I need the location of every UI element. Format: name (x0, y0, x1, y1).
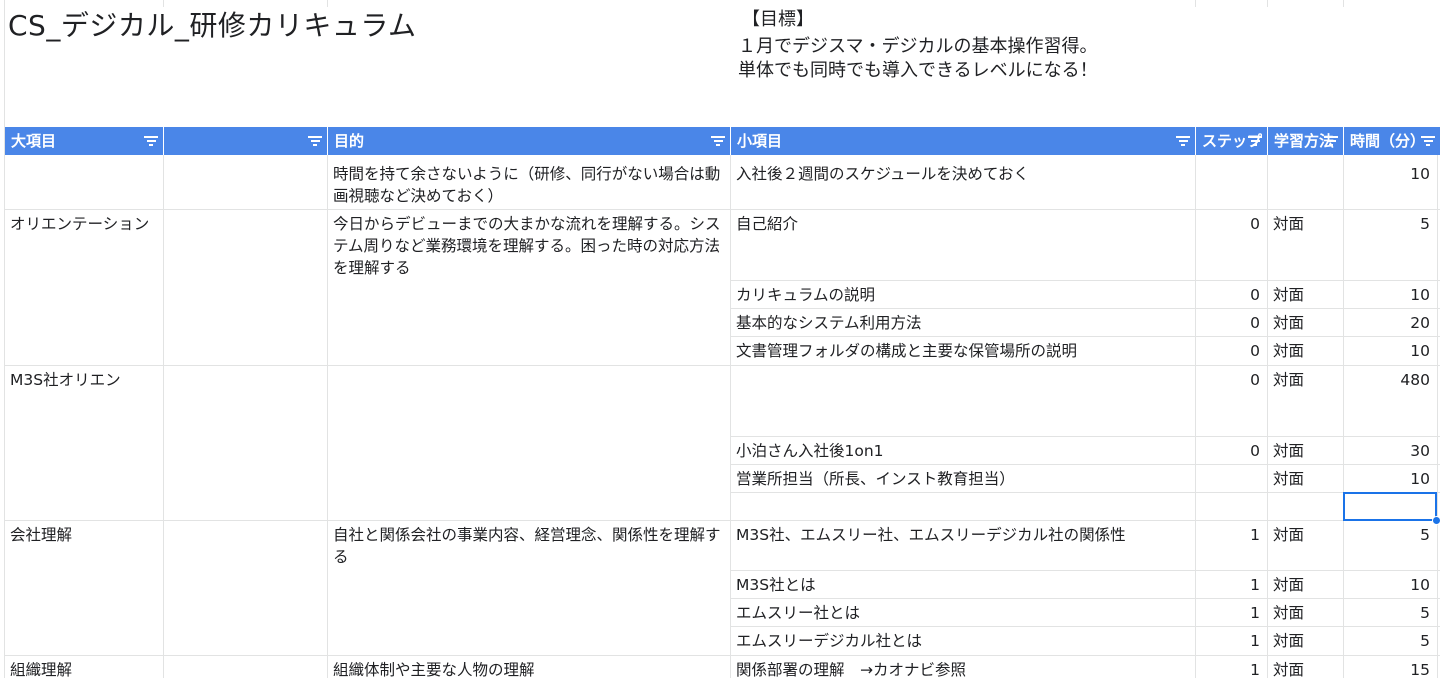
time-cell[interactable]: 10 (1344, 160, 1437, 209)
filter-icon[interactable] (144, 136, 158, 146)
header-item-label: 小項目 (737, 132, 783, 150)
gridline (327, 0, 328, 7)
sheet-title[interactable]: CS_デジカル_研修カリキュラム (8, 8, 417, 44)
step-cell[interactable]: 1 (1196, 627, 1267, 655)
step-cell[interactable]: 0 (1196, 309, 1267, 336)
gridline (1343, 0, 1344, 7)
selected-cell[interactable] (1343, 492, 1437, 521)
gridline (163, 155, 164, 678)
step-cell[interactable]: 1 (1196, 599, 1267, 626)
step-cell[interactable]: 1 (1196, 571, 1267, 598)
goal-line-2[interactable]: 単体でも同時でも導入できるレベルになる！ (738, 59, 1098, 83)
header-category-label: 大項目 (11, 132, 57, 150)
item-cell[interactable]: カリキュラムの説明 (731, 281, 1195, 308)
method-cell[interactable]: 対面 (1268, 337, 1343, 365)
method-cell[interactable]: 対面 (1268, 627, 1343, 655)
step-cell[interactable] (1196, 465, 1267, 492)
filter-icon[interactable] (1421, 136, 1435, 146)
gridline (1267, 0, 1268, 7)
method-cell[interactable]: 対面 (1268, 465, 1343, 492)
method-cell[interactable]: 対面 (1268, 656, 1343, 678)
method-cell[interactable]: 対面 (1268, 571, 1343, 598)
method-cell[interactable]: 対面 (1268, 599, 1343, 626)
header-item[interactable]: 小項目 (731, 127, 1195, 155)
purpose-cell[interactable]: 時間を持て余さないように（研修、同行がない場合は動画視聴など決めておく） (328, 160, 730, 209)
step-cell[interactable]: 1 (1196, 521, 1267, 570)
filter-icon[interactable] (1324, 136, 1338, 146)
gridline (163, 0, 164, 7)
filter-icon[interactable] (1176, 136, 1190, 146)
header-purpose[interactable]: 目的 (328, 127, 730, 155)
item-cell[interactable]: M3S社、エムスリー社、エムスリーデジカル社の関係性 (731, 521, 1195, 570)
time-cell[interactable]: 15 (1344, 656, 1437, 678)
item-cell[interactable]: エムスリーデジカル社とは (731, 627, 1195, 655)
method-cell[interactable] (1268, 493, 1343, 520)
method-cell[interactable]: 対面 (1268, 366, 1343, 436)
category-cell[interactable]: M3S社オリエン (5, 366, 163, 520)
header-method[interactable]: 学習方法 (1268, 127, 1343, 155)
gridline (1437, 155, 1438, 678)
purpose-cell[interactable]: 今日からデビューまでの大まかな流れを理解する。システム周りなど業務環境を理解する… (328, 210, 730, 365)
method-cell[interactable]: 対面 (1268, 437, 1343, 464)
time-cell[interactable]: 5 (1344, 599, 1437, 626)
category-cell[interactable]: 組織理解 (5, 656, 163, 678)
item-cell[interactable]: 関係部署の理解 →カオナビ参照 (731, 656, 1195, 678)
item-cell[interactable] (731, 493, 1195, 520)
step-cell[interactable]: 0 (1196, 437, 1267, 464)
header-blank[interactable] (164, 127, 327, 155)
item-cell[interactable]: 営業所担当（所長、インスト教育担当） (731, 465, 1195, 492)
fill-handle[interactable] (1432, 516, 1440, 525)
item-cell[interactable]: 基本的なシステム利用方法 (731, 309, 1195, 336)
purpose-cell[interactable]: 組織体制や主要な人物の理解 (328, 656, 730, 678)
step-cell[interactable]: 0 (1196, 281, 1267, 308)
time-cell[interactable]: 10 (1344, 337, 1437, 365)
step-cell[interactable]: 1 (1196, 656, 1267, 678)
step-cell[interactable]: 0 (1196, 337, 1267, 365)
time-cell[interactable]: 5 (1344, 521, 1437, 570)
time-cell[interactable]: 30 (1344, 437, 1437, 464)
method-cell[interactable]: 対面 (1268, 281, 1343, 308)
goal-line-1[interactable]: １月でデジスマ・デジカルの基本操作習得。 (738, 35, 1097, 59)
item-cell[interactable]: 小泊さん入社後1on1 (731, 437, 1195, 464)
category-cell[interactable]: 会社理解 (5, 521, 163, 655)
header-purpose-label: 目的 (334, 132, 365, 150)
method-cell[interactable]: 対面 (1268, 210, 1343, 280)
purpose-cell[interactable]: 自社と関係会社の事業内容、経営理念、関係性を理解する (328, 521, 730, 655)
goal-heading[interactable]: 【目標】 (742, 8, 814, 32)
method-cell[interactable]: 対面 (1268, 521, 1343, 570)
category-cell[interactable]: オリエンテーション (5, 210, 163, 365)
filter-icon[interactable] (711, 136, 725, 146)
item-cell[interactable] (731, 366, 1195, 436)
time-cell[interactable]: 5 (1344, 210, 1437, 280)
method-cell[interactable] (1268, 160, 1343, 209)
time-cell[interactable]: 10 (1344, 571, 1437, 598)
gridline (1195, 0, 1196, 7)
item-cell[interactable]: M3S社とは (731, 571, 1195, 598)
item-cell[interactable]: エムスリー社とは (731, 599, 1195, 626)
step-cell[interactable]: 0 (1196, 210, 1267, 280)
step-cell[interactable] (1196, 493, 1267, 520)
step-cell[interactable] (1196, 160, 1267, 209)
time-cell[interactable]: 10 (1344, 281, 1437, 308)
time-cell[interactable]: 480 (1344, 366, 1437, 436)
step-cell[interactable]: 0 (1196, 366, 1267, 436)
header-category[interactable]: 大項目 (5, 127, 163, 155)
spreadsheet-grid: CS_デジカル_研修カリキュラム 【目標】 １月でデジスマ・デジカルの基本操作習… (0, 0, 1440, 678)
filter-icon[interactable] (308, 136, 322, 146)
method-cell[interactable]: 対面 (1268, 309, 1343, 336)
item-cell[interactable]: 文書管理フォルダの構成と主要な保管場所の説明 (731, 337, 1195, 365)
filter-icon[interactable] (1248, 136, 1262, 146)
time-cell[interactable]: 10 (1344, 465, 1437, 492)
item-cell[interactable]: 自己紹介 (731, 210, 1195, 280)
time-cell[interactable]: 20 (1344, 309, 1437, 336)
time-cell[interactable]: 5 (1344, 627, 1437, 655)
header-step[interactable]: ステップ (1196, 127, 1267, 155)
header-time[interactable]: 時間（分） (1344, 127, 1440, 155)
item-cell[interactable]: 入社後２週間のスケジュールを決めておく (731, 160, 1195, 209)
